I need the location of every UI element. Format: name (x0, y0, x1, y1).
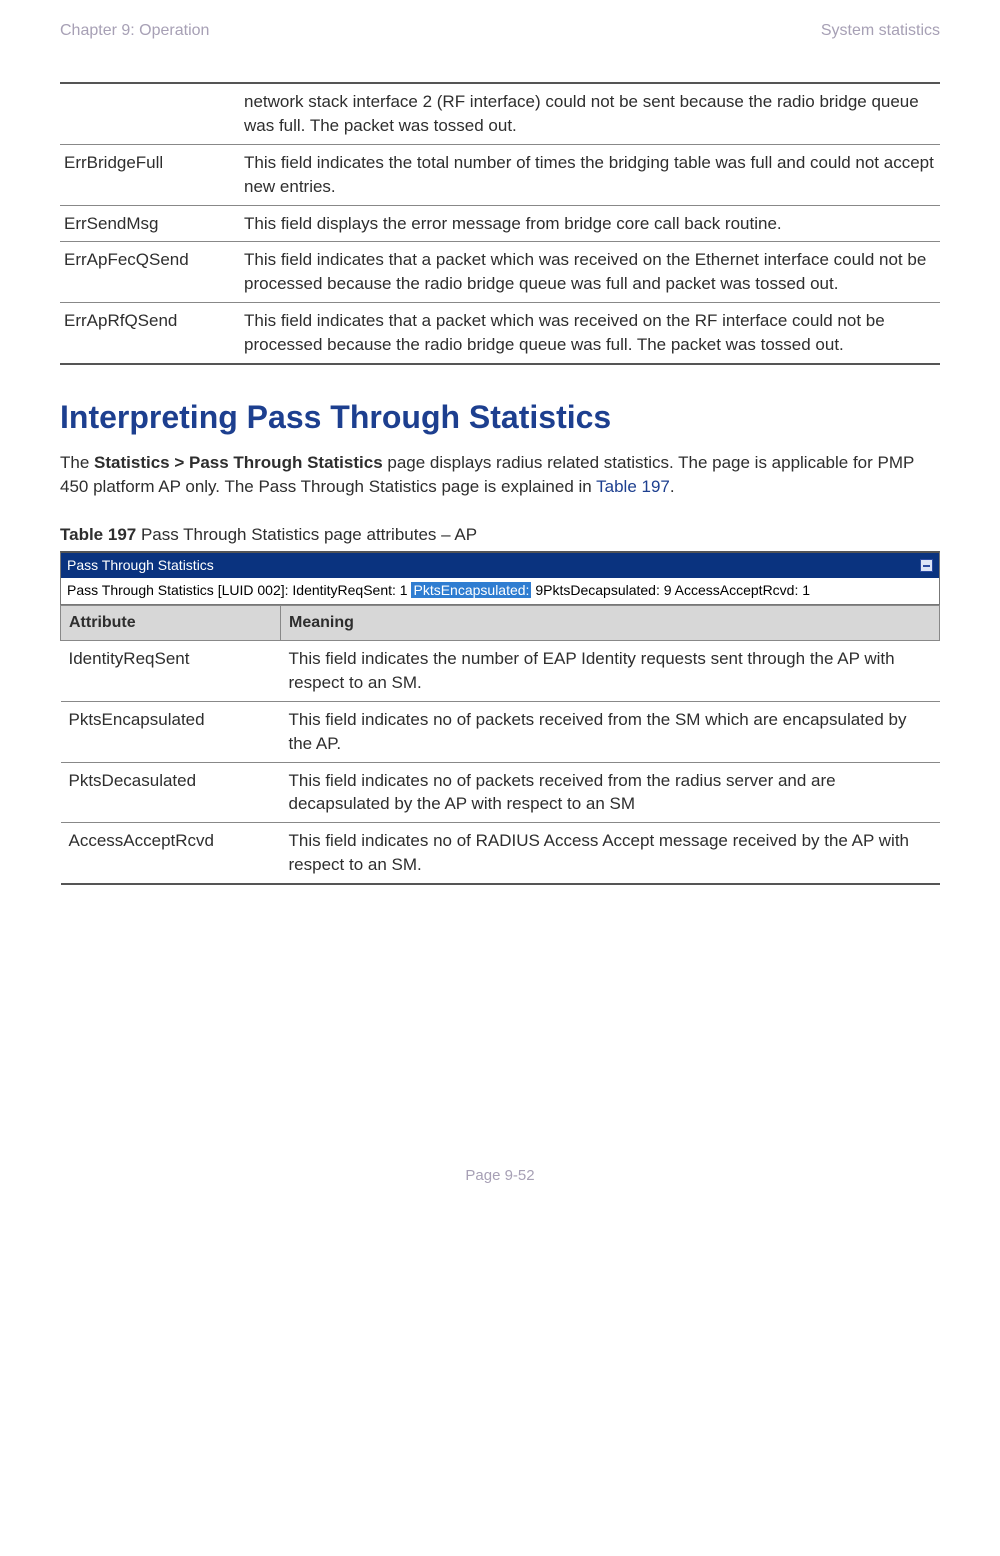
desc-cell: This field indicates that a packet which… (240, 242, 940, 303)
attribute-table: Attribute Meaning IdentityReqSentThis fi… (60, 605, 940, 885)
table-header-row: Attribute Meaning (61, 605, 940, 640)
table-row: ErrApRfQSendThis field indicates that a … (60, 302, 940, 363)
section-heading: Interpreting Pass Through Statistics (60, 395, 940, 440)
desc-cell: This field displays the error message fr… (240, 205, 940, 242)
attr-cell: AccessAcceptRcvd (61, 823, 281, 884)
attr-cell (60, 83, 240, 144)
attr-cell: PktsDecasulated (61, 762, 281, 823)
para-text: The (60, 453, 94, 472)
caption-text: Pass Through Statistics page attributes … (136, 525, 477, 544)
section-paragraph: The Statistics > Pass Through Statistics… (60, 451, 940, 499)
panel-header: Pass Through Statistics (61, 553, 939, 579)
table-row: ErrBridgeFullThis field indicates the to… (60, 144, 940, 205)
table-caption: Table 197 Pass Through Statistics page a… (60, 523, 940, 547)
table-row: network stack interface 2 (RF interface)… (60, 83, 940, 144)
table-row: IdentityReqSentThis field indicates the … (61, 641, 940, 702)
panel-highlight: PktsEncapsulated: (411, 582, 531, 598)
desc-cell: This field indicates the total number of… (240, 144, 940, 205)
desc-cell: This field indicates the number of EAP I… (281, 641, 940, 702)
page-footer: Page 9-52 (60, 1165, 940, 1186)
attr-cell: ErrBridgeFull (60, 144, 240, 205)
table-row: AccessAcceptRcvdThis field indicates no … (61, 823, 940, 884)
collapse-icon[interactable] (920, 559, 933, 572)
table-row: PktsDecasulatedThis field indicates no o… (61, 762, 940, 823)
stats-panel: Pass Through Statistics Pass Through Sta… (60, 551, 940, 605)
desc-cell: This field indicates no of RADIUS Access… (281, 823, 940, 884)
attr-cell: ErrApFecQSend (60, 242, 240, 303)
definition-table-1: network stack interface 2 (RF interface)… (60, 82, 940, 364)
panel-text: Pass Through Statistics [LUID 002]: Iden… (67, 582, 411, 598)
panel-text: 9PktsDecapsulated: 9 AccessAcceptRcvd: 1 (531, 582, 810, 598)
panel-title: Pass Through Statistics (67, 556, 214, 576)
attr-cell: ErrSendMsg (60, 205, 240, 242)
header-left: Chapter 9: Operation (60, 20, 209, 42)
table-row: PktsEncapsulatedThis field indicates no … (61, 701, 940, 762)
table-row: ErrApFecQSendThis field indicates that a… (60, 242, 940, 303)
attr-cell: ErrApRfQSend (60, 302, 240, 363)
table-row: ErrSendMsg This field displays the error… (60, 205, 940, 242)
desc-cell: This field indicates that a packet which… (240, 302, 940, 363)
desc-cell: This field indicates no of packets recei… (281, 701, 940, 762)
caption-number: Table 197 (60, 525, 136, 544)
col-header-meaning: Meaning (281, 605, 940, 640)
desc-cell: This field indicates no of packets recei… (281, 762, 940, 823)
col-header-attribute: Attribute (61, 605, 281, 640)
desc-cell: network stack interface 2 (RF interface)… (240, 83, 940, 144)
breadcrumb-text: Statistics > Pass Through Statistics (94, 453, 383, 472)
para-text: . (670, 477, 675, 496)
page-header: Chapter 9: Operation System statistics (60, 20, 940, 42)
header-right: System statistics (821, 20, 940, 42)
attr-cell: PktsEncapsulated (61, 701, 281, 762)
panel-body: Pass Through Statistics [LUID 002]: Iden… (61, 578, 939, 604)
table-xref[interactable]: Table 197 (596, 477, 670, 496)
attr-cell: IdentityReqSent (61, 641, 281, 702)
